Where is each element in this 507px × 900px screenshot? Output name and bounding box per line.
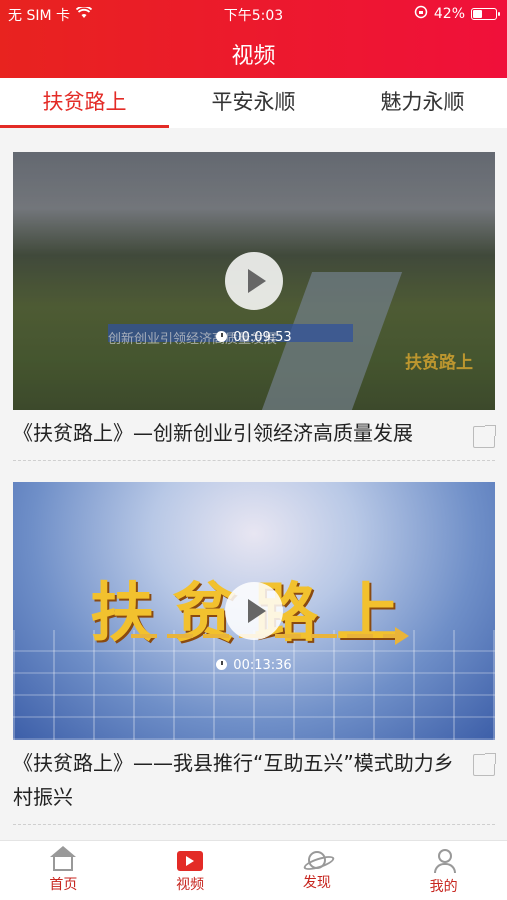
status-bar: 无 SIM 卡 下午5:03 42%: [0, 0, 507, 26]
nav-home[interactable]: 首页: [0, 841, 127, 900]
share-icon[interactable]: [473, 753, 496, 776]
planet-icon: [307, 851, 326, 869]
battery-fill: [473, 10, 482, 18]
video-title[interactable]: 《扶贫路上》—创新创业引领经济高质量发展: [13, 416, 463, 450]
nav-me-label: 我的: [429, 879, 458, 895]
duration-text: 00:09:53: [233, 330, 292, 345]
nav-discover-label: 发现: [302, 875, 331, 891]
video-title[interactable]: 《扶贫路上》——我县推行“互助五兴”模式助力乡村振兴: [13, 746, 463, 814]
tab-meili[interactable]: 魅力永顺: [338, 78, 507, 128]
page-title: 视频: [231, 44, 276, 69]
battery-percent: 42%: [433, 6, 465, 22]
video-thumbnail[interactable]: 扶贫路上 00:13:36: [13, 482, 495, 740]
play-button[interactable]: [225, 582, 283, 640]
clock-icon: [216, 659, 228, 670]
nav-video-label: 视频: [176, 877, 205, 893]
video-card[interactable]: 创新创业引领经济高质量发展 扶贫路上 00:09:53 《扶贫路上》—创新创业引…: [13, 152, 496, 461]
app-header: 无 SIM 卡 下午5:03 42% 视频: [0, 0, 507, 78]
nav-me[interactable]: 我的: [380, 841, 507, 900]
video-duration: 00:13:36: [13, 658, 495, 673]
thumbnail-arrowhead: [395, 627, 409, 645]
video-thumbnail[interactable]: 创新创业引领经济高质量发展 扶贫路上 00:09:53: [13, 152, 495, 410]
video-duration: 00:09:53: [13, 330, 495, 345]
clock-icon: [216, 331, 228, 342]
rotation-lock-icon: [414, 5, 428, 23]
battery-icon: [471, 8, 500, 20]
share-icon[interactable]: [473, 425, 496, 448]
nav-discover[interactable]: 发现: [254, 841, 381, 900]
play-button[interactable]: [225, 252, 283, 310]
category-tabs: 扶贫路上 平安永顺 魅力永顺: [0, 78, 507, 128]
divider: [13, 824, 495, 825]
home-icon: [50, 846, 77, 871]
duration-text: 00:13:36: [233, 658, 292, 673]
user-icon: [433, 849, 456, 873]
bottom-nav: 首页 视频 发现 我的: [0, 840, 507, 900]
status-right: 42%: [414, 5, 500, 23]
nav-home-label: 首页: [49, 877, 78, 893]
divider: [13, 460, 495, 461]
tab-pingan[interactable]: 平安永顺: [169, 78, 338, 128]
nav-video[interactable]: 视频: [127, 841, 254, 900]
video-icon: [177, 851, 204, 871]
video-card[interactable]: 扶贫路上 00:13:36 《扶贫路上》——我县推行“互助五兴”模式助力乡村振兴: [13, 482, 496, 825]
tab-fupin[interactable]: 扶贫路上: [0, 78, 169, 128]
